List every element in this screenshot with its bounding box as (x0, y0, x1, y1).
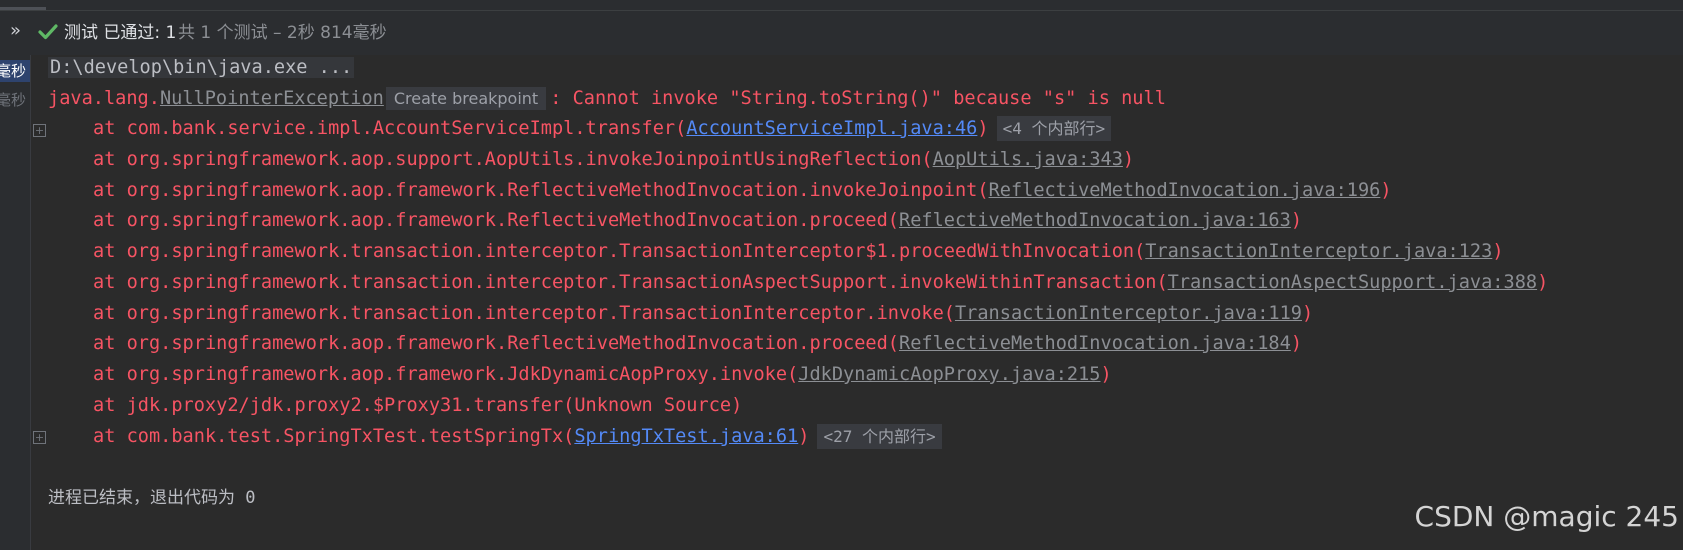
command-line-text[interactable]: D:\develop\bin\java.exe ... (48, 57, 355, 78)
frame-close: ) (1122, 149, 1135, 170)
frame-method: at org.springframework.aop.framework.Ref… (93, 210, 899, 231)
stack-frame: at org.springframework.transaction.inter… (31, 240, 1504, 264)
library-source-link[interactable]: ReflectiveMethodInvocation.java:163 (899, 210, 1291, 231)
frame-close: ) (1290, 210, 1303, 231)
frame-method: at org.springframework.transaction.inter… (93, 272, 1168, 293)
stack-frame: at org.springframework.aop.support.AopUt… (31, 148, 1134, 172)
test-results-header: » 测试 已通过: 1 共 1 个测试 – 2秒 814毫秒 (0, 10, 1683, 56)
test-status-title: 测试 已通过: 1 (64, 23, 177, 43)
frame-close: ) (1380, 180, 1392, 201)
library-source-link[interactable]: ReflectiveMethodInvocation.java:184 (899, 333, 1291, 354)
tool-window-tab-strip (0, 0, 1683, 10)
expand-tree-toggle[interactable]: » (10, 21, 28, 41)
frame-method: at org.springframework.transaction.inter… (93, 241, 1146, 262)
check-icon (38, 24, 58, 40)
exception-line: java.lang.NullPointerException Create bre… (31, 87, 1166, 111)
test-tree-panel: 毫秒 毫秒 (0, 55, 31, 550)
stack-frame: at com.bank.service.impl.AccountServiceI… (31, 116, 1112, 141)
tree-item[interactable]: 毫秒 (0, 89, 30, 111)
frame-close: ) (1492, 241, 1504, 262)
stack-frame: at org.springframework.aop.framework.Ref… (31, 209, 1302, 233)
library-source-link[interactable]: ReflectiveMethodInvocation.java:196 (989, 180, 1381, 201)
stack-frame: at jdk.proxy2/jdk.proxy2.$Proxy31.transf… (31, 394, 742, 418)
library-source-link[interactable]: JdkDynamicAopProxy.java:215 (798, 364, 1100, 385)
library-source-link[interactable]: TransactionInterceptor.java:123 (1145, 241, 1492, 262)
console-output: D:\develop\bin\java.exe ... java.lang.Nu… (31, 55, 1683, 550)
frame-close: ) (977, 118, 989, 139)
exception-class-link[interactable]: NullPointerException (160, 88, 384, 109)
frame-method: at org.springframework.aop.framework.Ref… (93, 333, 899, 354)
stack-frame: at org.springframework.transaction.inter… (31, 302, 1313, 326)
frame-close: ) (1302, 303, 1314, 324)
stack-frame: at org.springframework.aop.framework.Jdk… (31, 363, 1112, 387)
watermark: CSDN @magic 245 (1414, 500, 1679, 533)
frame-close: ) (1290, 333, 1303, 354)
stack-frame: at org.springframework.aop.framework.Ref… (31, 332, 1302, 356)
frame-close: ) (798, 426, 810, 447)
frame-method: at com.bank.test.SpringTxTest.testSpring… (93, 426, 575, 447)
frame-method: at org.springframework.aop.framework.Jdk… (93, 364, 799, 385)
library-source-link[interactable]: AopUtils.java:343 (933, 149, 1123, 170)
exception-message: : Cannot invoke "String.toString()" beca… (550, 88, 1166, 109)
exit-message: 进程已结束，退出代码为 0 (48, 488, 256, 508)
command-line: D:\develop\bin\java.exe ... (31, 56, 355, 80)
frame-method: at org.springframework.aop.support.AopUt… (93, 149, 933, 170)
stack-frame: at com.bank.test.SpringTxTest.testSpring… (31, 424, 942, 449)
create-breakpoint-button[interactable]: Create breakpoint (385, 87, 547, 110)
stack-frame: at org.springframework.aop.framework.Ref… (31, 179, 1392, 203)
folded-lines-button[interactable]: <27 个内部行> (817, 424, 942, 449)
library-source-link[interactable]: TransactionAspectSupport.java:388 (1168, 272, 1537, 293)
exception-package: java.lang. (48, 88, 160, 109)
frame-method: at org.springframework.transaction.inter… (93, 303, 955, 324)
frame-close: ) (1100, 364, 1112, 385)
test-status-summary: 共 1 个测试 – 2秒 814毫秒 (178, 23, 387, 43)
folded-lines-button[interactable]: <4 个内部行> (996, 116, 1112, 141)
library-source-link[interactable]: TransactionInterceptor.java:119 (955, 303, 1302, 324)
source-link[interactable]: SpringTxTest.java:61 (574, 426, 798, 447)
tree-item-selected[interactable]: 毫秒 (0, 60, 30, 82)
frame-method: at org.springframework.aop.framework.Ref… (93, 180, 989, 201)
frame-text: at jdk.proxy2/jdk.proxy2.$Proxy31.transf… (93, 395, 743, 416)
frame-close: ) (1537, 272, 1549, 293)
source-link[interactable]: AccountServiceImpl.java:46 (686, 118, 977, 139)
stack-frame: at org.springframework.transaction.inter… (31, 271, 1548, 295)
frame-method: at com.bank.service.impl.AccountServiceI… (93, 118, 687, 139)
